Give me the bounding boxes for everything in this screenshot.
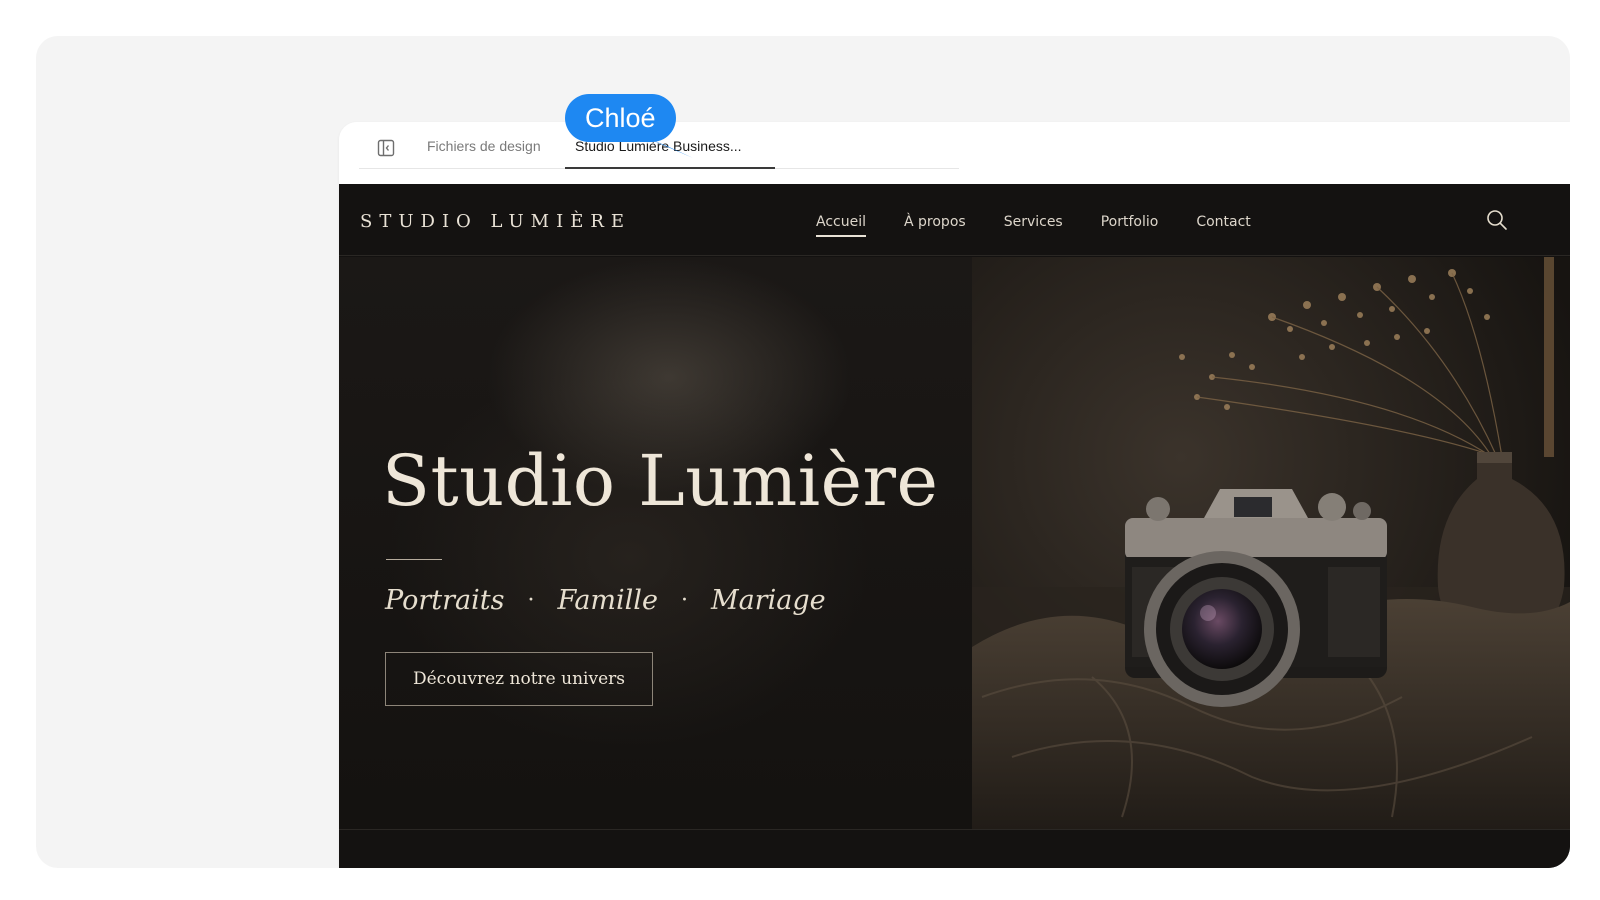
nav-menu: Accueil À propos Services Portfolio Cont…	[816, 214, 1289, 237]
nav-item-a-propos[interactable]: À propos	[904, 214, 966, 230]
browser-window: Fichiers de design Studio Lumière Busine…	[339, 122, 1570, 868]
website-preview: STUDIO LUMIÈRE Accueil À propos Services…	[339, 184, 1570, 868]
vintage-camera-photo	[972, 257, 1570, 829]
hero-divider	[386, 559, 442, 560]
tab-design-files[interactable]: Fichiers de design	[427, 138, 541, 154]
nav-item-accueil[interactable]: Accueil	[816, 214, 866, 237]
hero-section: Studio Lumière Portraits · Famille · Mar…	[339, 257, 1570, 829]
site-logo[interactable]: STUDIO LUMIÈRE	[360, 211, 631, 232]
nav-item-contact[interactable]: Contact	[1196, 214, 1250, 230]
next-section-edge	[339, 829, 1570, 868]
tag-portraits: Portraits	[385, 585, 505, 616]
canvas-background: Fichiers de design Studio Lumière Busine…	[36, 36, 1570, 868]
discover-button[interactable]: Découvrez notre univers	[385, 652, 653, 706]
nav-item-portfolio[interactable]: Portfolio	[1101, 214, 1159, 230]
tag-separator: ·	[680, 588, 688, 613]
hero-title: Studio Lumière	[382, 440, 939, 522]
site-navbar: STUDIO LUMIÈRE Accueil À propos Services…	[339, 184, 1570, 256]
tag-mariage: Mariage	[710, 585, 826, 616]
collaborator-badge: Chloé	[565, 94, 676, 142]
nav-item-services[interactable]: Services	[1004, 214, 1063, 230]
sidebar-panel-icon[interactable]	[377, 139, 395, 157]
tag-separator: ·	[527, 588, 535, 613]
tab-bar: Fichiers de design Studio Lumière Busine…	[339, 122, 1570, 184]
tag-famille: Famille	[557, 585, 658, 616]
active-tab-indicator	[565, 167, 775, 169]
hero-text-panel	[339, 257, 973, 829]
hero-tagline: Portraits · Famille · Mariage	[385, 585, 826, 616]
search-icon[interactable]	[1485, 208, 1509, 232]
hero-image	[972, 257, 1570, 829]
